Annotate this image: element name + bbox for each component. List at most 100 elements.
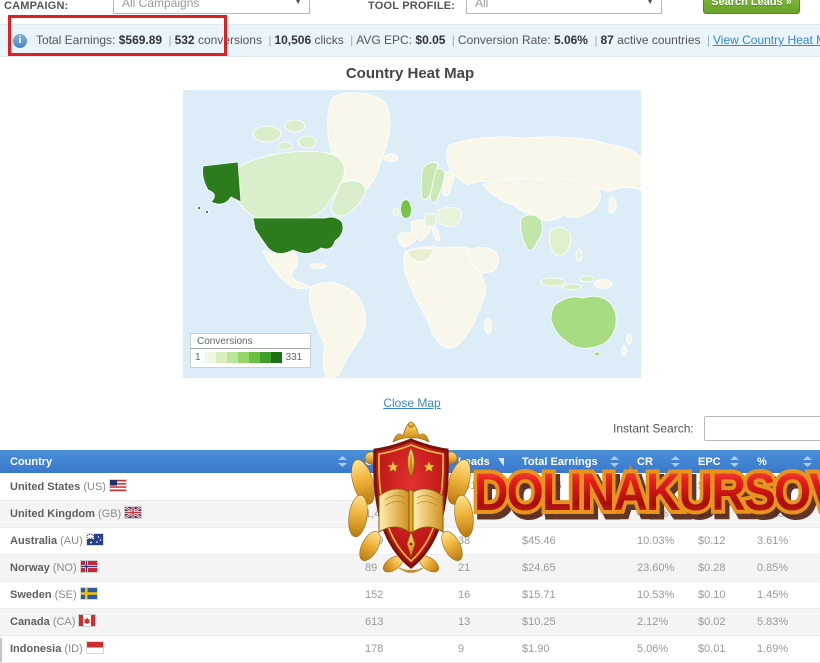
epc-cell: $0.01: [688, 635, 747, 662]
country-name: Sweden: [10, 589, 52, 601]
earnings-cell: $335.15: [512, 473, 627, 500]
earnings-cell: $1.90: [512, 635, 627, 662]
chevron-down-icon: ▼: [646, 0, 654, 6]
conversion-rate-value: 5.06%: [554, 33, 588, 47]
cr-cell: 6.00%: [627, 473, 688, 500]
table-row-canada[interactable]: Canada (CA) 613 13 $10.25 2.12% $0.02 5.…: [0, 608, 820, 635]
campaign-select-value: All Campaigns: [122, 0, 199, 10]
search-leads-button[interactable]: Search Leads »: [703, 0, 800, 14]
world-heat-map[interactable]: Conversions 1 331: [183, 90, 641, 378]
legend-min: 1: [195, 352, 201, 363]
leads-cell: 13: [448, 608, 512, 635]
table-row-sweden[interactable]: Sweden (SE) 152 16 $15.71 10.53% $0.10 1…: [0, 581, 820, 608]
map-legend: Conversions 1 331: [190, 333, 311, 368]
instant-search-label: Instant Search:: [613, 422, 694, 436]
table-row-united-kingdom[interactable]: United Kingdom (GB) 1,413 64 $55.67 4.53…: [0, 500, 820, 527]
id-flag-icon: [87, 642, 103, 653]
table-row-norway[interactable]: Norway (NO) 89 21 $24.65 23.60% $0.28 0.…: [0, 554, 820, 581]
leads-cell: 16: [448, 581, 512, 608]
ca-flag-icon: [79, 615, 95, 626]
country-code: (ID): [64, 643, 82, 655]
clicks-label: clicks: [311, 33, 347, 47]
info-icon: i: [13, 34, 27, 48]
column-header-percent[interactable]: %: [747, 450, 820, 473]
column-header-epc[interactable]: EPC: [688, 450, 747, 473]
leads-cell: 9: [448, 635, 512, 662]
country-name: United Kingdom: [10, 508, 95, 520]
column-header-clicks[interactable]: Clicks: [355, 450, 448, 473]
legend-color-cell: [260, 352, 271, 363]
country-code: (CA): [53, 616, 76, 628]
table-row-indonesia[interactable]: Indonesia (ID) 178 9 $1.90 5.06% $0.01 1…: [0, 635, 820, 662]
tool-profile-label: TOOL PROFILE:: [368, 0, 455, 12]
cr-cell: 2.12%: [627, 608, 688, 635]
clicks-cell: 613: [355, 608, 448, 635]
separator: |: [449, 33, 458, 47]
table-header-row: Country Clicks Leads Total Earnings CR E…: [0, 450, 820, 473]
separator: |: [165, 33, 174, 47]
chevron-down-icon: ▼: [294, 0, 302, 6]
instant-search-input[interactable]: [704, 416, 820, 441]
tool-profile-select-value: All: [475, 0, 488, 10]
close-map-link[interactable]: Close Map: [383, 396, 440, 410]
gb-flag-icon: [125, 507, 141, 518]
column-label: Leads: [458, 456, 490, 468]
conversions-value: 532: [175, 33, 195, 47]
sort-icon: [610, 456, 619, 467]
percent-cell: 13.45%: [747, 500, 820, 527]
clicks-cell: 178: [355, 635, 448, 662]
avg-epc-value: $0.05: [415, 33, 445, 47]
cr-cell: 10.03%: [627, 527, 688, 554]
country-code: (GB): [98, 508, 121, 520]
avg-epc-label: AVG EPC:: [356, 33, 415, 47]
legend-color-cell: [271, 352, 282, 363]
leads-cell: 21: [448, 554, 512, 581]
country-code: (NO): [53, 562, 77, 574]
cr-cell: 5.06%: [627, 635, 688, 662]
column-label: Total Earnings: [522, 456, 598, 468]
epc-cell: $0.28: [688, 554, 747, 581]
heat-map-title: Country Heat Map: [0, 65, 820, 82]
sort-icon: [671, 456, 680, 467]
au-flag-icon: [87, 534, 103, 545]
country-code: (US): [83, 481, 106, 493]
country-stats-table: Country Clicks Leads Total Earnings CR E…: [0, 450, 820, 663]
legend-color-cell: [216, 352, 227, 363]
clicks-value: 10,506: [274, 33, 311, 47]
column-label: %: [757, 456, 767, 468]
table-row-united-states[interactable]: United States (US) 5,517 331 $335.15 6.0…: [0, 473, 820, 500]
tool-profile-select[interactable]: All ▼: [466, 0, 662, 14]
table-row-australia[interactable]: Australia (AU) 379 38 $45.46 10.03% $0.1…: [0, 527, 820, 554]
us-flag-icon: [110, 480, 126, 491]
earnings-cell: $45.46: [512, 527, 627, 554]
country-name: Norway: [10, 562, 50, 574]
epc-cell: $0.06: [688, 473, 747, 500]
percent-cell: 52.51%: [747, 473, 820, 500]
legend-color-cell: [227, 352, 238, 363]
se-flag-icon: [81, 588, 97, 599]
clicks-cell: 89: [355, 554, 448, 581]
legend-color-cell: [205, 352, 216, 363]
clicks-cell: 379: [355, 527, 448, 554]
separator: |: [347, 33, 356, 47]
cr-cell: 10.53%: [627, 581, 688, 608]
epc-cell: $0.10: [688, 581, 747, 608]
column-header-cr[interactable]: CR: [627, 450, 688, 473]
country-code: (AU): [60, 535, 83, 547]
earnings-cell: $15.71: [512, 581, 627, 608]
view-country-heat-map-link[interactable]: View Country Heat Map: [713, 33, 820, 47]
percent-cell: 0.85%: [747, 554, 820, 581]
column-header-total-earnings[interactable]: Total Earnings: [512, 450, 627, 473]
campaign-select[interactable]: All Campaigns ▼: [113, 0, 310, 14]
column-header-country[interactable]: Country: [0, 450, 355, 473]
no-flag-icon: [81, 561, 97, 572]
column-header-leads[interactable]: Leads: [448, 450, 512, 473]
percent-cell: 1.69%: [747, 635, 820, 662]
earnings-cell: $24.65: [512, 554, 627, 581]
column-label: Clicks: [365, 456, 397, 468]
legend-color-cell: [238, 352, 249, 363]
sort-desc-icon: [498, 458, 504, 466]
summary-bar: i Total Earnings: $569.89 |532 conversio…: [0, 24, 820, 57]
separator: |: [704, 33, 713, 47]
percent-cell: 3.61%: [747, 527, 820, 554]
